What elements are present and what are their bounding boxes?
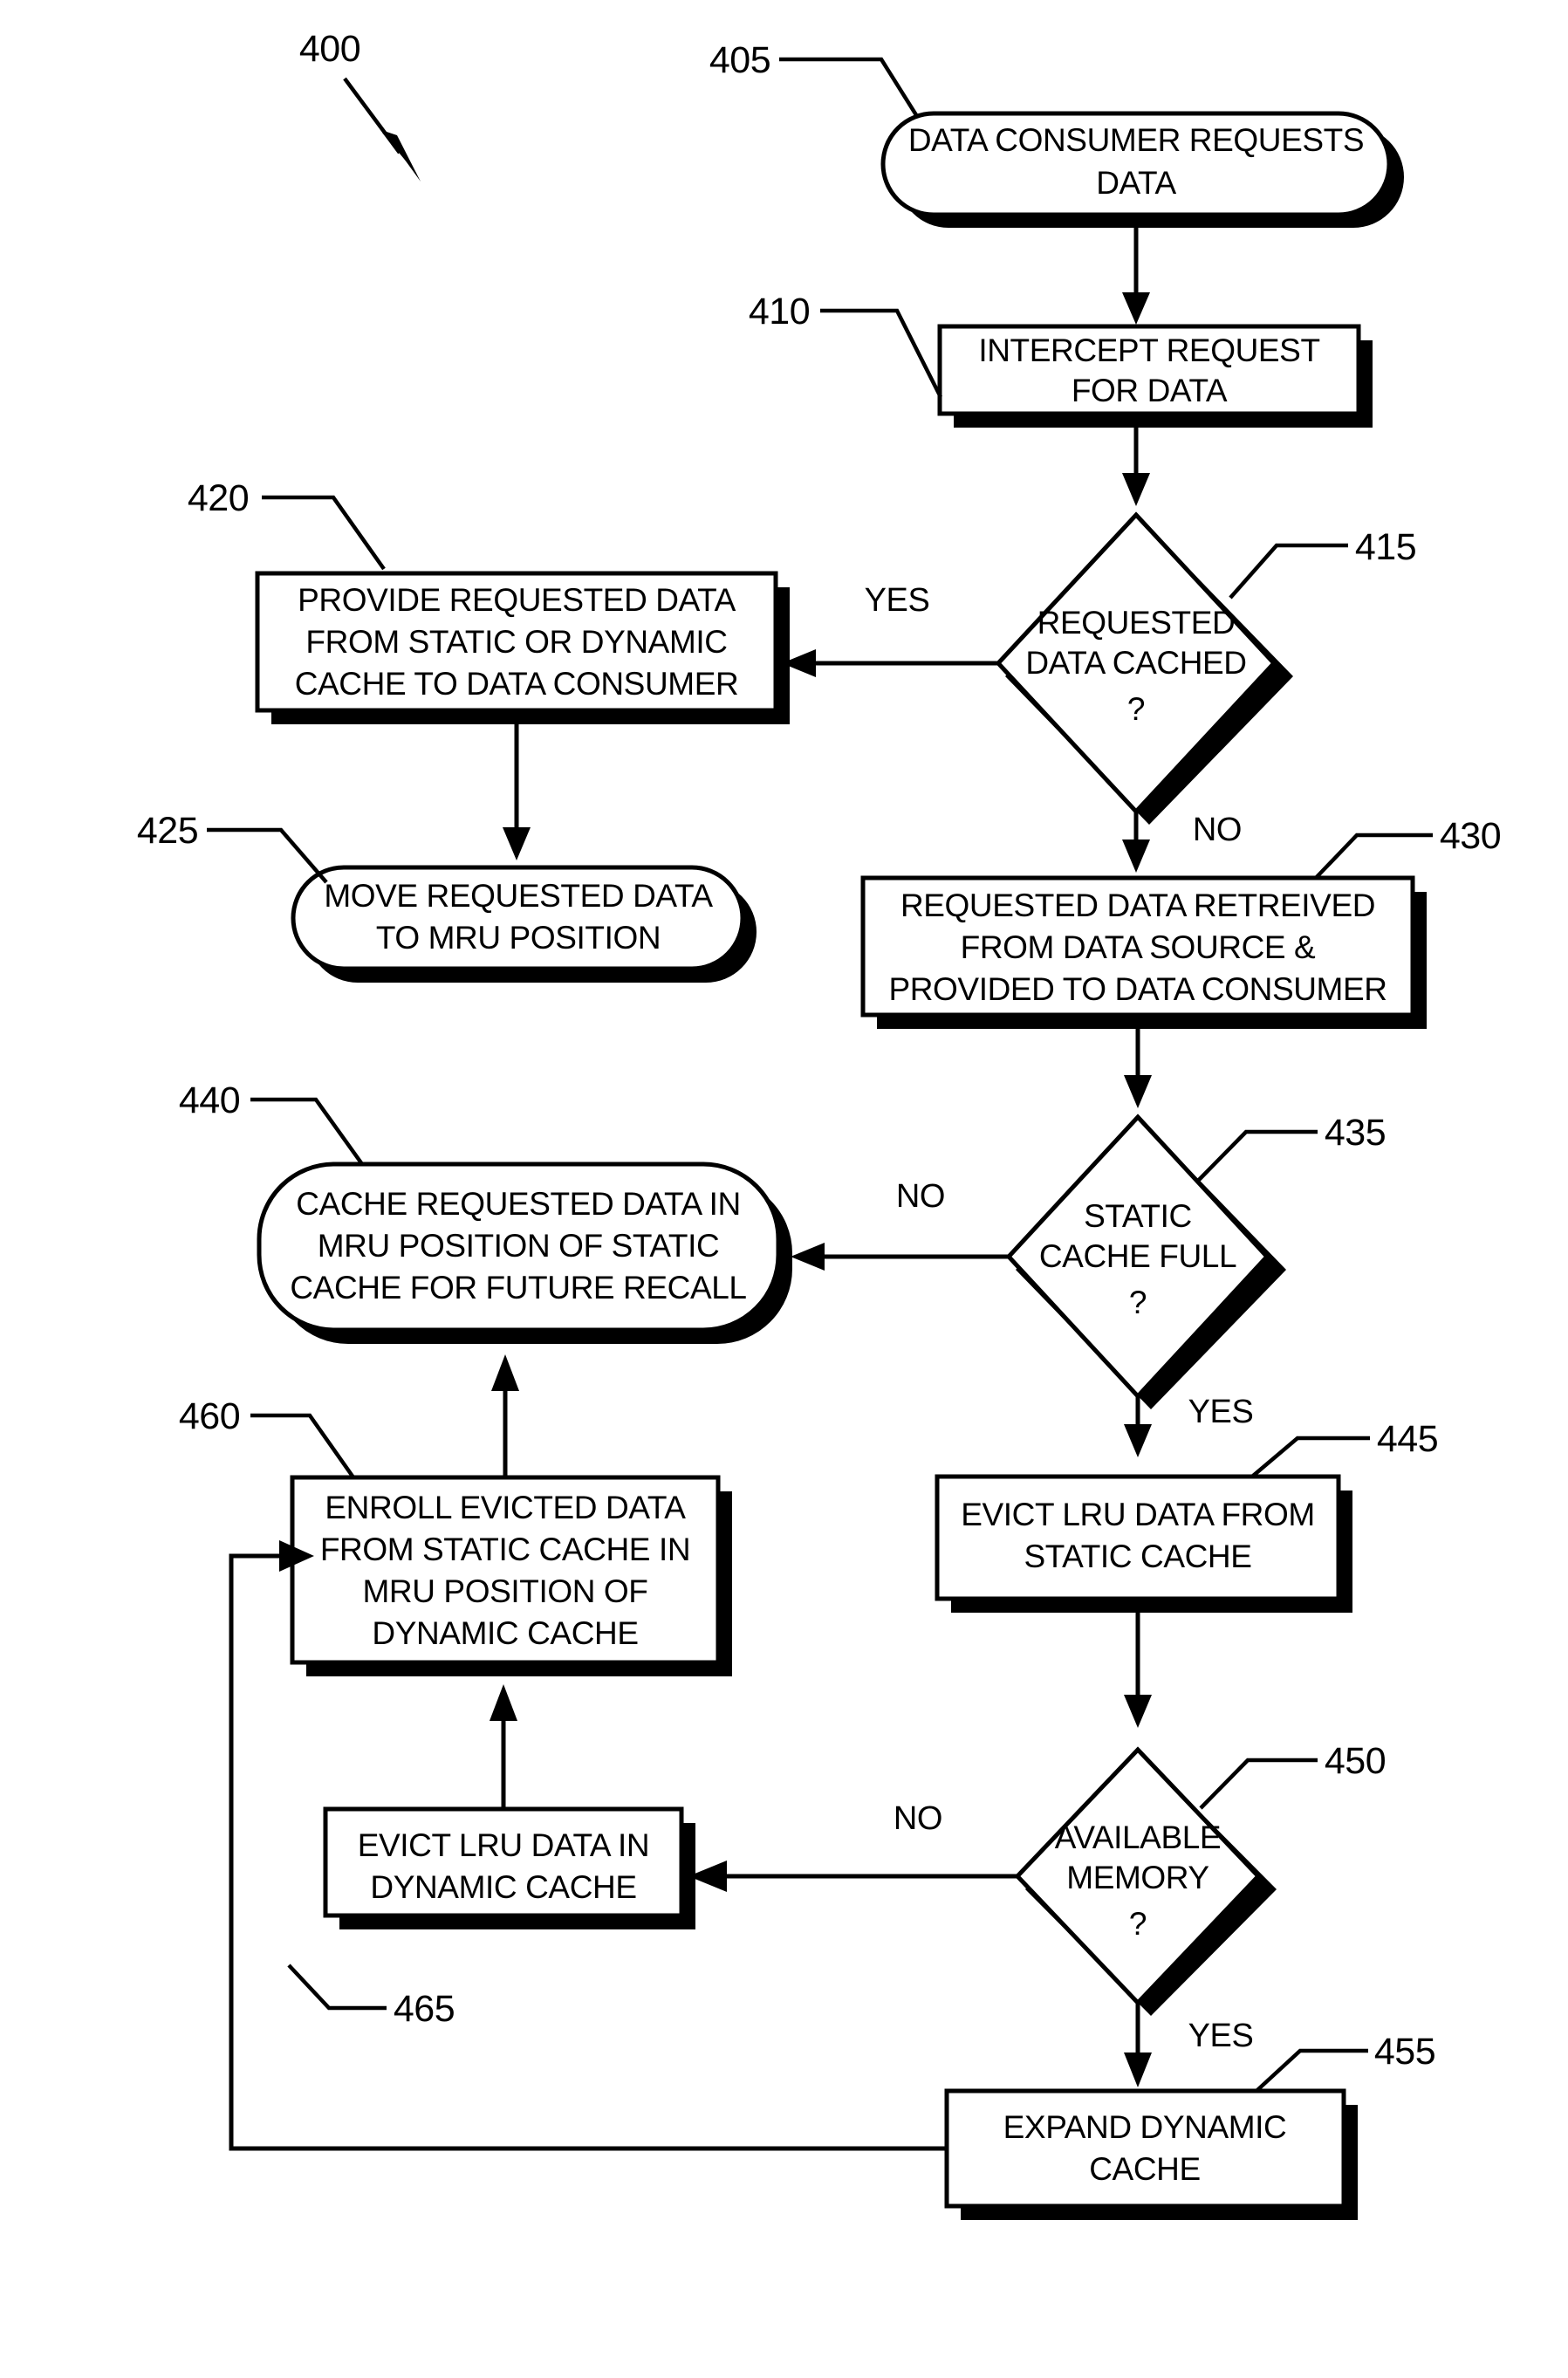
node-420-ref: 420	[188, 477, 249, 519]
edge-415-430-no: NO	[1122, 812, 1243, 873]
leader-410: 410	[749, 291, 943, 399]
node-435[interactable]: STATIC CACHE FULL ?	[1005, 1114, 1286, 1409]
node-405-line-1: DATA CONSUMER REQUESTS	[908, 122, 1364, 158]
edge-405-410	[1122, 218, 1150, 325]
node-415-line-2: DATA CACHED	[1025, 645, 1246, 681]
edge-435-440-no: NO	[791, 1178, 1009, 1271]
node-410[interactable]: INTERCEPT REQUEST FOR DATA	[937, 324, 1373, 428]
flowchart-svg: 400 DATA CONSUMER REQUESTS DATA 405 INTE…	[137, 28, 1502, 2220]
node-450-ref: 450	[1325, 1740, 1386, 1782]
node-440-line-1: CACHE REQUESTED DATA IN	[296, 1186, 741, 1222]
node-465[interactable]: EVICT LRU DATA IN DYNAMIC CACHE	[323, 1806, 695, 1929]
edge-460-440	[491, 1354, 519, 1477]
node-410-line-2: FOR DATA	[1072, 373, 1228, 408]
node-425-line-1: MOVE REQUESTED DATA	[324, 878, 713, 914]
figure-ref-400-label: 400	[299, 28, 360, 70]
edge-410-415	[1122, 417, 1150, 506]
node-460-line-3: MRU POSITION OF	[362, 1573, 647, 1609]
node-430-ref: 430	[1440, 815, 1501, 857]
node-415[interactable]: REQUESTED DATA CACHED ?	[995, 511, 1293, 825]
node-435-line-2: CACHE FULL	[1039, 1238, 1236, 1274]
edge-445-450	[1124, 1602, 1152, 1728]
node-430-line-3: PROVIDED TO DATA CONSUMER	[888, 971, 1387, 1007]
node-420[interactable]: PROVIDE REQUESTED DATA FROM STATIC OR DY…	[255, 571, 790, 724]
edge-label-450-no: NO	[894, 1800, 942, 1837]
node-445-line-1: EVICT LRU DATA FROM	[961, 1497, 1315, 1532]
edge-450-455-yes: YES	[1124, 2003, 1254, 2087]
leader-445: 445	[1250, 1418, 1439, 1478]
node-430-line-2: FROM DATA SOURCE &	[961, 929, 1316, 965]
node-455-ref: 455	[1374, 2031, 1435, 2073]
node-455-line-1: EXPAND DYNAMIC	[1003, 2109, 1287, 2145]
edge-415-420-yes: YES	[782, 582, 998, 677]
node-460[interactable]: ENROLL EVICTED DATA FROM STATIC CACHE IN…	[290, 1475, 732, 1676]
node-405[interactable]: DATA CONSUMER REQUESTS DATA	[880, 111, 1404, 228]
figure-ref-400: 400	[299, 28, 421, 182]
node-415-line-1: REQUESTED	[1037, 605, 1236, 641]
node-415-line-3: ?	[1127, 691, 1145, 727]
edge-430-435	[1124, 1018, 1152, 1108]
node-420-line-3: CACHE TO DATA CONSUMER	[295, 666, 739, 702]
leader-405: 405	[709, 39, 920, 120]
leader-465: 465	[287, 1963, 455, 2030]
node-465-line-2: DYNAMIC CACHE	[370, 1869, 636, 1905]
leader-450: 450	[1199, 1740, 1387, 1810]
node-405-ref: 405	[709, 39, 770, 81]
leader-440: 440	[179, 1079, 364, 1166]
node-435-ref: 435	[1325, 1112, 1386, 1154]
node-425-ref: 425	[137, 810, 198, 852]
node-420-line-2: FROM STATIC OR DYNAMIC	[305, 624, 727, 660]
edge-435-445-yes: YES	[1124, 1394, 1254, 1457]
node-460-ref: 460	[179, 1395, 240, 1437]
node-410-line-1: INTERCEPT REQUEST	[978, 332, 1319, 368]
edge-label-415-no: NO	[1193, 812, 1242, 848]
node-435-line-3: ?	[1129, 1285, 1147, 1320]
leader-425: 425	[137, 810, 328, 884]
leader-415: 415	[1229, 526, 1417, 600]
leader-430: 430	[1314, 815, 1502, 880]
leader-460: 460	[179, 1395, 355, 1479]
node-450[interactable]: AVAILABLE MEMORY ?	[1014, 1746, 1277, 2016]
node-415-ref: 415	[1355, 526, 1416, 568]
node-460-line-2: FROM STATIC CACHE IN	[320, 1532, 690, 1567]
node-450-line-2: MEMORY	[1066, 1860, 1209, 1895]
node-450-line-1: AVAILABLE	[1055, 1819, 1221, 1855]
figure-canvas: 400 DATA CONSUMER REQUESTS DATA 405 INTE…	[0, 0, 1568, 2378]
node-455-line-2: CACHE	[1089, 2151, 1201, 2187]
node-455[interactable]: EXPAND DYNAMIC CACHE	[944, 2088, 1358, 2220]
leader-420: 420	[188, 477, 386, 571]
node-440-line-2: MRU POSITION OF STATIC	[318, 1228, 720, 1264]
leader-455: 455	[1255, 2031, 1436, 2093]
node-440-line-3: CACHE FOR FUTURE RECALL	[290, 1270, 746, 1306]
node-450-line-3: ?	[1129, 1906, 1147, 1942]
edge-450-465-no: NO	[688, 1800, 1017, 1892]
node-465-ref: 465	[394, 1988, 455, 2030]
edge-label-435-yes: YES	[1188, 1394, 1254, 1430]
edge-label-435-no: NO	[896, 1178, 945, 1215]
leader-435: 435	[1197, 1112, 1387, 1182]
node-465-line-1: EVICT LRU DATA IN	[358, 1827, 650, 1863]
node-445[interactable]: EVICT LRU DATA FROM STATIC CACHE	[935, 1474, 1352, 1613]
node-425[interactable]: MOVE REQUESTED DATA TO MRU POSITION	[291, 865, 757, 983]
node-405-line-2: DATA	[1096, 165, 1176, 201]
node-410-ref: 410	[749, 291, 810, 332]
node-440-ref: 440	[179, 1079, 240, 1121]
node-440[interactable]: CACHE REQUESTED DATA IN MRU POSITION OF …	[257, 1162, 792, 1344]
node-435-line-1: STATIC	[1084, 1198, 1192, 1234]
node-425-line-2: TO MRU POSITION	[376, 920, 661, 956]
node-445-line-2: STATIC CACHE	[1024, 1539, 1251, 1574]
node-430[interactable]: REQUESTED DATA RETREIVED FROM DATA SOURC…	[860, 875, 1427, 1029]
edge-420-425	[503, 714, 531, 860]
node-420-line-1: PROVIDE REQUESTED DATA	[298, 582, 736, 618]
node-460-line-1: ENROLL EVICTED DATA	[325, 1490, 686, 1525]
edge-label-415-yes: YES	[865, 582, 930, 619]
node-430-line-1: REQUESTED DATA RETREIVED	[900, 887, 1375, 923]
edge-label-450-yes: YES	[1188, 2018, 1254, 2054]
node-460-line-4: DYNAMIC CACHE	[372, 1615, 638, 1651]
node-445-ref: 445	[1377, 1418, 1438, 1460]
edge-465-460	[490, 1684, 517, 1809]
